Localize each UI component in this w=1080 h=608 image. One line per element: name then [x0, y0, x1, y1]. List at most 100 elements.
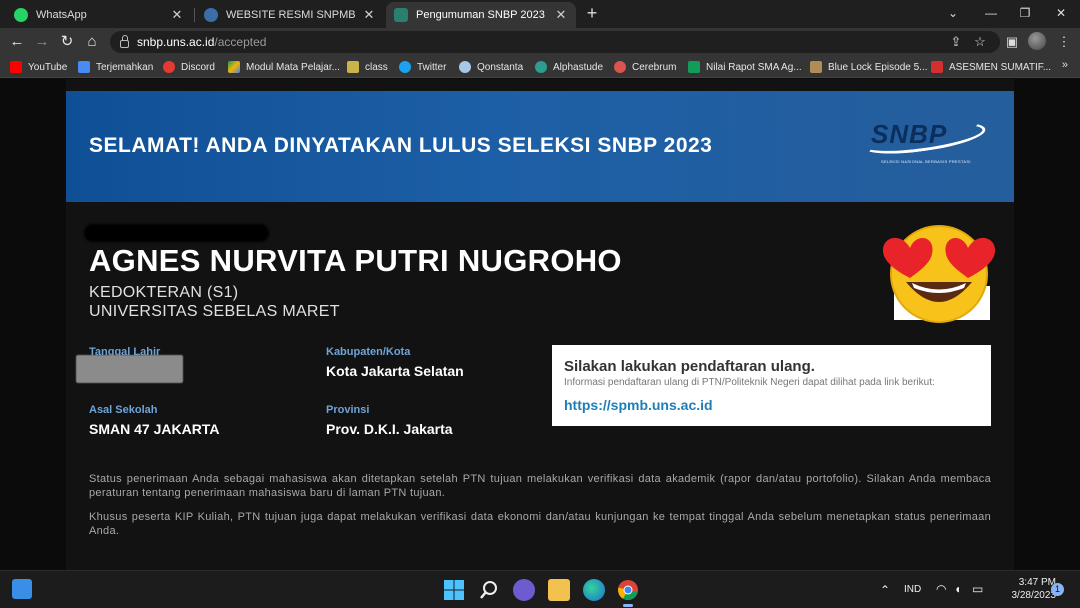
bookmark-label: Modul Mata Pelajar... [246, 61, 340, 73]
student-name: AGNES NURVITA PUTRI NUGROHO [89, 243, 622, 278]
province-label: Provinsi [326, 404, 370, 416]
url-host: snbp.uns.ac.id [137, 35, 215, 49]
bookmark-cerebrum[interactable]: Cerebrum [614, 59, 676, 75]
bookmark-label: Nilai Rapot SMA Ag... [706, 61, 802, 73]
close-window-button[interactable]: ✕ [1044, 0, 1078, 28]
address-bar[interactable]: snbp.uns.ac.id /accepted [110, 31, 1000, 53]
bookmark-modul[interactable]: Modul Mata Pelajar... [228, 59, 340, 75]
bookmark-label: class [365, 61, 388, 73]
re-registration-description: Informasi pendaftaran ulang di PTN/Polit… [564, 377, 935, 388]
re-registration-title: Silakan lakukan pendaftaran ulang. [564, 358, 815, 375]
youtube-icon [10, 61, 22, 73]
alphastude-icon [535, 61, 547, 73]
battery-icon[interactable]: ▭ [972, 582, 983, 596]
bookmark-star-icon[interactable]: ☆ [970, 32, 990, 52]
sheets-icon [688, 61, 700, 73]
taskbar: ⌃ IND ◠ ◖ ▭ 3:47 PM 3/28/2023 1 [0, 570, 1080, 608]
drive-icon [228, 61, 240, 73]
tab-divider [194, 8, 195, 22]
close-icon[interactable]: ✕ [554, 7, 568, 23]
tab-snpmb[interactable]: WEBSITE RESMI SNPMB ✕ [196, 2, 384, 28]
new-tab-button[interactable]: + [582, 3, 602, 23]
regency-label: Kabupaten/Kota [326, 346, 411, 358]
taskbar-clock[interactable]: 3:47 PM 3/28/2023 [990, 576, 1057, 602]
discord-icon [163, 61, 175, 73]
lock-icon [120, 35, 129, 48]
banner-title: SELAMAT! ANDA DINYATAKAN LULUS SELEKSI S… [89, 134, 713, 157]
bookmark-alphastude[interactable]: Alphastude [535, 59, 603, 75]
tab-search-chevron-icon[interactable]: ⌄ [936, 0, 970, 28]
search-icon[interactable] [478, 579, 500, 601]
close-icon[interactable]: ✕ [362, 7, 376, 23]
university-name: UNIVERSITAS SEBELAS MARET [89, 303, 340, 320]
tray-chevron-icon[interactable]: ⌃ [880, 583, 890, 597]
more-bookmarks-icon[interactable]: » [1062, 59, 1068, 71]
classroom-icon [347, 61, 359, 73]
bluelock-icon [810, 61, 822, 73]
home-button[interactable]: ⌂ [82, 32, 102, 52]
share-icon[interactable]: ⇪ [946, 32, 966, 52]
bookmark-label: Blue Lock Episode 5... [828, 61, 928, 73]
teams-chat-icon[interactable] [513, 579, 535, 601]
clock-date: 3/28/2023 [1011, 590, 1057, 601]
bookmark-label: Qonstanta [477, 61, 524, 73]
heart-eyes-emoji-icon [882, 225, 996, 323]
file-explorer-icon[interactable] [548, 579, 570, 601]
reload-button[interactable]: ↻ [57, 32, 77, 52]
sidepanel-icon[interactable]: ▣ [1002, 32, 1022, 52]
tab-title: Pengumuman SNBP 2023 [416, 9, 545, 21]
bookmark-asesmen[interactable]: ASESMEN SUMATIF... [931, 59, 1051, 75]
bookmark-label: Terjemahkan [96, 61, 154, 73]
snpmb-icon [204, 8, 218, 22]
whatsapp-icon [14, 8, 28, 22]
bookmark-class[interactable]: class [347, 59, 388, 75]
study-program: KEDOKTERAN (S1) [89, 284, 239, 301]
re-registration-box: Silakan lakukan pendaftaran ulang. Infor… [552, 345, 991, 426]
clock-time: 3:47 PM [1018, 577, 1056, 588]
tab-title: WEBSITE RESMI SNPMB [226, 9, 356, 21]
tab-title: WhatsApp [36, 9, 87, 21]
school-label: Asal Sekolah [89, 404, 158, 416]
result-banner: SELAMAT! ANDA DINYATAKAN LULUS SELEKSI S… [66, 91, 1014, 202]
back-button[interactable]: ← [7, 32, 27, 52]
tab-whatsapp[interactable]: WhatsApp ✕ [6, 2, 192, 28]
regency-value: Kota Jakarta Selatan [326, 363, 464, 379]
menu-kebab-icon[interactable]: ⋮ [1054, 32, 1074, 52]
close-icon[interactable]: ✕ [170, 7, 184, 23]
restore-button[interactable]: ❐ [1008, 0, 1042, 28]
widgets-icon[interactable] [12, 579, 32, 599]
redacted-dob [76, 355, 183, 383]
bookmark-label: Alphastude [553, 61, 604, 73]
bookmark-terjemahkan[interactable]: Terjemahkan [78, 59, 153, 75]
logo-wordmark: SNBP [871, 119, 948, 149]
bookmark-blue-lock[interactable]: Blue Lock Episode 5... [810, 59, 928, 75]
bookmark-discord[interactable]: Discord [163, 59, 215, 75]
minimize-button[interactable]: — [974, 0, 1008, 28]
language-indicator[interactable]: IND [904, 584, 921, 595]
bookmark-label: Discord [181, 61, 215, 73]
bookmark-twitter[interactable]: Twitter [399, 59, 446, 75]
profile-avatar[interactable] [1028, 32, 1046, 50]
browser-tab-strip: WhatsApp ✕ WEBSITE RESMI SNPMB ✕ Pengumu… [0, 0, 1080, 28]
bookmark-qonstanta[interactable]: Qonstanta [459, 59, 523, 75]
chrome-icon[interactable] [617, 579, 639, 601]
volume-icon[interactable]: ◖ [954, 582, 961, 596]
wifi-icon[interactable]: ◠ [936, 582, 946, 596]
logo-subtitle: SELEKSI NASIONAL BERBASIS PRESTASI [881, 159, 971, 164]
acceptance-note: Status penerimaan Anda sebagai mahasiswa… [89, 473, 991, 499]
tab-pengumuman-snbp[interactable]: Pengumuman SNBP 2023 ✕ [386, 2, 576, 28]
bookmark-label: YouTube [28, 61, 68, 73]
bookmark-youtube[interactable]: YouTube [10, 59, 67, 75]
bookmark-label: ASESMEN SUMATIF... [949, 61, 1052, 73]
edge-icon[interactable] [583, 579, 605, 601]
notification-badge[interactable]: 1 [1051, 583, 1064, 596]
asesmen-icon [931, 61, 943, 73]
bookmark-nilai-rapot[interactable]: Nilai Rapot SMA Ag... [688, 59, 802, 75]
forward-button[interactable]: → [32, 32, 52, 52]
bookmark-label: Twitter [417, 61, 447, 73]
re-registration-link[interactable]: https://spmb.uns.ac.id [564, 397, 713, 413]
start-windows-icon[interactable] [443, 579, 465, 601]
browser-toolbar: ← → ↻ ⌂ snbp.uns.ac.id /accepted ⇪ ☆ ▣ ⋮ [0, 28, 1080, 56]
translate-icon [78, 61, 90, 73]
bookmarks-bar: YouTube Terjemahkan Discord Modul Mata P… [0, 56, 1080, 78]
